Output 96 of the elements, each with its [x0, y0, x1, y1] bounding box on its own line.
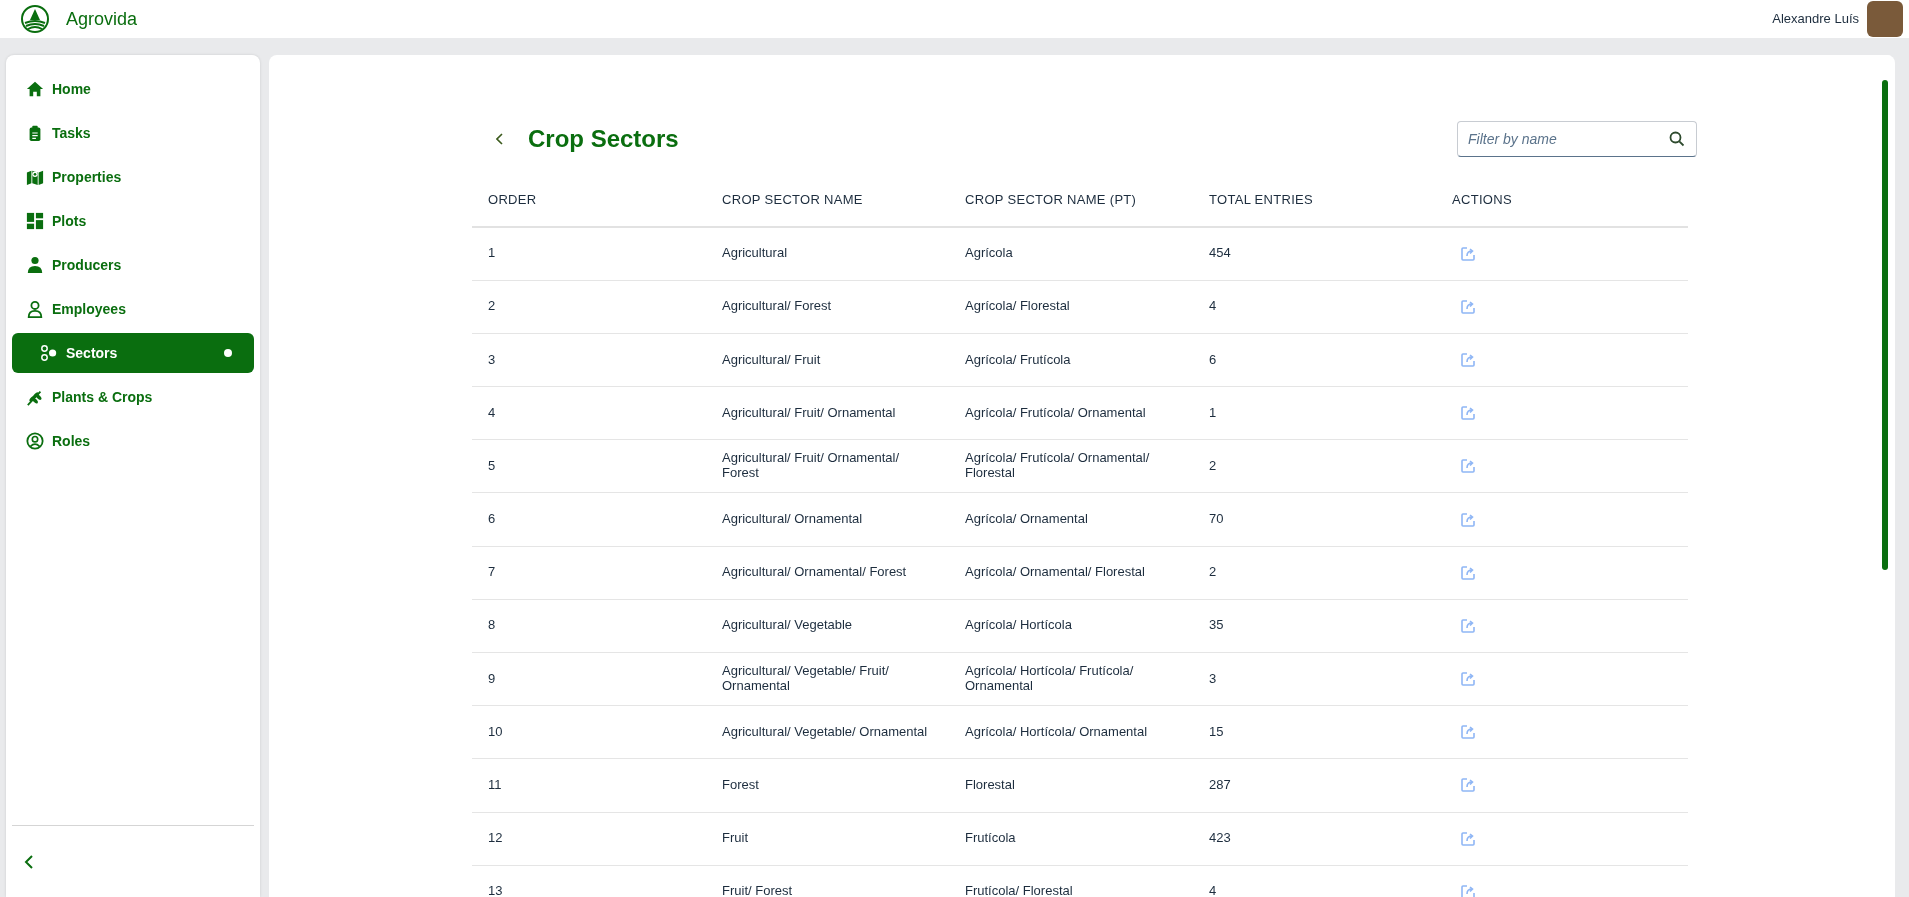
search-field[interactable]: Filter by name	[1457, 121, 1697, 157]
table-cell: Fruit	[706, 812, 949, 866]
table-cell: Fruit/ Forest	[706, 865, 949, 897]
back-icon[interactable]	[496, 133, 504, 145]
edit-icon[interactable]	[1460, 405, 1476, 422]
edit-icon[interactable]	[1460, 777, 1476, 794]
table-cell: Agricultural/ Forest	[706, 280, 949, 334]
active-dot	[224, 349, 232, 357]
table-cell: 6	[472, 492, 706, 547]
table-cell: Agricultural/ Vegetable/ Ornamental	[706, 705, 949, 759]
home-icon	[26, 80, 44, 98]
edit-icon[interactable]	[1460, 245, 1476, 262]
table-cell: Frutícola/ Florestal	[949, 865, 1193, 897]
table-cell: 10	[472, 705, 706, 759]
sidebar-item[interactable]: Employees	[12, 289, 254, 329]
table-cell: 5	[472, 439, 706, 493]
table-cell: 70	[1193, 492, 1436, 547]
table-cell: Frutícola	[949, 812, 1193, 866]
edit-icon[interactable]	[1460, 511, 1476, 528]
table-cell: Agrícola/ Frutícola/ Ornamental	[949, 386, 1193, 440]
table-cell: Agrícola/ Hortícola/ Ornamental	[949, 705, 1193, 759]
grid-icon	[26, 212, 44, 230]
table-cell: Agrícola/ Hortícola	[949, 599, 1193, 653]
edit-icon[interactable]	[1460, 830, 1476, 847]
column-header: ACTIONS	[1436, 173, 1688, 227]
sidebar-item[interactable]: Home	[12, 69, 254, 109]
table-cell: 287	[1193, 758, 1436, 813]
table-cell: 4	[1193, 865, 1436, 897]
table-cell: 3	[1193, 652, 1436, 706]
table-cell: Forest	[706, 758, 949, 813]
table-cell: 7	[472, 546, 706, 600]
edit-icon[interactable]	[1460, 298, 1476, 315]
sidebar-item[interactable]: Tasks	[12, 113, 254, 153]
table-cell: Agrícola/ Frutícola	[949, 333, 1193, 387]
table-cell: 2	[1193, 439, 1436, 493]
table-cell: Agricultural	[706, 227, 949, 281]
column-header: CROP SECTOR NAME (PT)	[949, 173, 1193, 227]
table-cell: Agrícola/ Frutícola/ Ornamental/ Florestal	[949, 439, 1193, 493]
table-cell: 13	[472, 865, 706, 897]
person-outline-icon	[26, 300, 44, 318]
edit-icon[interactable]	[1460, 883, 1476, 897]
column-header: TOTAL ENTRIES	[1193, 173, 1436, 227]
table-cell: Agricultural/ Ornamental	[706, 492, 949, 547]
table-cell: 35	[1193, 599, 1436, 653]
sidebar-item[interactable]: Sectors	[12, 333, 254, 373]
circles-icon	[40, 344, 58, 362]
edit-icon[interactable]	[1460, 458, 1476, 475]
sidebar-item[interactable]: Producers	[12, 245, 254, 285]
table-cell: Agrícola/ Ornamental	[949, 492, 1193, 547]
table-cell: 2	[1193, 546, 1436, 600]
edit-icon[interactable]	[1460, 617, 1476, 634]
edit-icon[interactable]	[1460, 351, 1476, 368]
table-cell: Agricultural/ Vegetable/ Fruit/ Ornamental	[706, 652, 949, 706]
table-cell: 4	[472, 386, 706, 440]
sidebar-item[interactable]: Properties	[12, 157, 254, 197]
collapse-icon[interactable]	[24, 854, 34, 869]
table-cell: 423	[1193, 812, 1436, 866]
edit-icon[interactable]	[1460, 724, 1476, 741]
person-icon	[26, 256, 44, 274]
table-cell: 9	[472, 652, 706, 706]
table-cell: Agrícola/ Florestal	[949, 280, 1193, 334]
user-name: Alexandre Luís	[1772, 10, 1859, 29]
table-cell: Agricultural/ Fruit/ Ornamental/ Forest	[706, 439, 949, 493]
table-cell: 8	[472, 599, 706, 653]
table-cell: 15	[1193, 705, 1436, 759]
map-icon	[26, 168, 44, 186]
table-cell: Agrícola/ Ornamental/ Florestal	[949, 546, 1193, 600]
column-header: CROP SECTOR NAME	[706, 173, 949, 227]
column-header: ORDER	[472, 173, 706, 227]
edit-icon[interactable]	[1460, 671, 1476, 688]
table-cell: Florestal	[949, 758, 1193, 813]
table-cell: Agricultural/ Vegetable	[706, 599, 949, 653]
table-cell: 12	[472, 812, 706, 866]
page-title: Crop Sectors	[528, 124, 679, 154]
user-circle-icon	[26, 432, 44, 450]
table-cell: 6	[1193, 333, 1436, 387]
table-cell: Agricultural/ Fruit/ Ornamental	[706, 386, 949, 440]
sidebar-item[interactable]: Plants & Crops	[12, 377, 254, 417]
table-cell: 2	[472, 280, 706, 334]
table-cell: 3	[472, 333, 706, 387]
table-cell: 4	[1193, 280, 1436, 334]
table-cell: Agricultural/ Ornamental/ Forest	[706, 546, 949, 600]
table-cell: Agricultural/ Fruit	[706, 333, 949, 387]
logo-icon	[20, 4, 50, 34]
app-name: Agrovida	[66, 7, 138, 31]
table-cell: 454	[1193, 227, 1436, 281]
search-icon[interactable]	[1669, 131, 1685, 147]
avatar-placeholder[interactable]	[1867, 1, 1903, 37]
edit-icon[interactable]	[1460, 564, 1476, 581]
sidebar-item[interactable]: Roles	[12, 421, 254, 461]
table-cell: 1	[1193, 386, 1436, 440]
sidebar-item[interactable]: Plots	[12, 201, 254, 241]
table-cell: Agrícola/ Hortícola/ Frutícola/ Ornamental	[949, 652, 1193, 706]
table-cell: 11	[472, 758, 706, 813]
table-cell: 1	[472, 227, 706, 281]
table-cell: Agrícola	[949, 227, 1193, 281]
